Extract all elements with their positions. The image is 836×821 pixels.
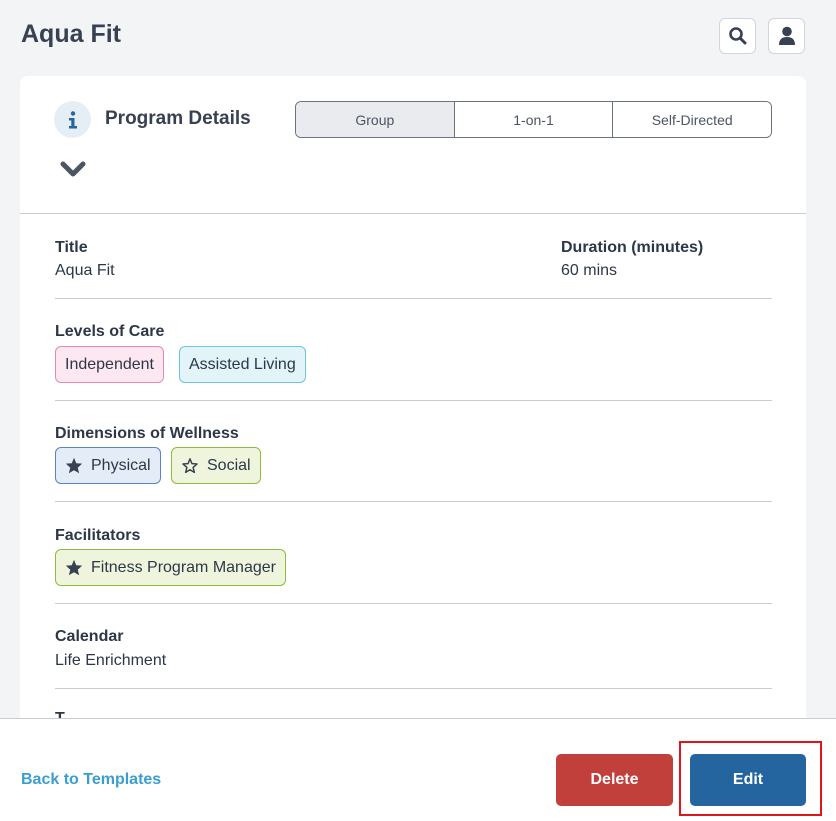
- search-button[interactable]: [719, 18, 756, 54]
- delete-button[interactable]: Delete: [556, 754, 673, 806]
- user-icon: [778, 26, 795, 45]
- wellness-label: Dimensions of Wellness: [55, 425, 239, 442]
- facilitator-tag: Fitness Program Manager: [55, 549, 286, 586]
- chevron-down-icon[interactable]: [60, 161, 86, 179]
- wellness-tag-label: Physical: [91, 456, 151, 474]
- back-to-templates-link[interactable]: Back to Templates: [21, 771, 161, 789]
- wellness-row: Dimensions of Wellness Physical Social: [55, 401, 772, 502]
- section-title: Program Details: [105, 108, 251, 129]
- level-tag-independent: Independent: [55, 346, 164, 383]
- wellness-tag-physical: Physical: [55, 447, 161, 484]
- levels-of-care-row: Levels of Care Independent Assisted Livi…: [55, 299, 772, 401]
- program-card: Program Details Group 1-on-1 Self-Direct…: [20, 76, 806, 718]
- star-filled-icon: [65, 559, 83, 576]
- tab-one-on-one[interactable]: 1-on-1: [454, 102, 614, 137]
- calendar-row: Calendar Life Enrichment: [55, 604, 772, 689]
- facilitator-tag-label: Fitness Program Manager: [91, 558, 276, 576]
- wellness-tag-label: Social: [207, 456, 251, 474]
- footer-bar: Back to Templates Delete Edit: [0, 718, 836, 821]
- program-details-header: Program Details Group 1-on-1 Self-Direct…: [20, 76, 806, 214]
- duration-value: 60 mins: [561, 262, 618, 279]
- info-icon: [54, 101, 91, 138]
- next-field-label-partial: T: [55, 710, 65, 718]
- duration-label: Duration (minutes): [561, 239, 704, 256]
- top-bar: Aqua Fit: [0, 0, 836, 74]
- wellness-tag-social: Social: [171, 447, 261, 484]
- search-icon: [728, 27, 746, 45]
- page-title: Aqua Fit: [21, 20, 121, 48]
- user-menu-button[interactable]: [768, 18, 805, 54]
- calendar-value: Life Enrichment: [55, 652, 167, 669]
- levels-of-care-label: Levels of Care: [55, 323, 165, 340]
- facilitators-label: Facilitators: [55, 527, 141, 544]
- tab-self-directed[interactable]: Self-Directed: [613, 102, 771, 137]
- program-type-segmented-control: Group 1-on-1 Self-Directed: [295, 101, 772, 138]
- star-outline-icon: [182, 458, 198, 474]
- star-filled-icon: [65, 457, 83, 474]
- title-label: Title: [55, 239, 88, 256]
- level-tag-assisted-living: Assisted Living: [179, 346, 306, 383]
- facilitators-row: Facilitators Fitness Program Manager: [55, 502, 772, 604]
- title-value: Aqua Fit: [55, 262, 115, 279]
- tab-group[interactable]: Group: [296, 102, 455, 137]
- edit-highlight-box: [679, 741, 822, 816]
- title-duration-row: Title Aqua Fit Duration (minutes) 60 min…: [55, 214, 772, 299]
- calendar-label: Calendar: [55, 628, 124, 645]
